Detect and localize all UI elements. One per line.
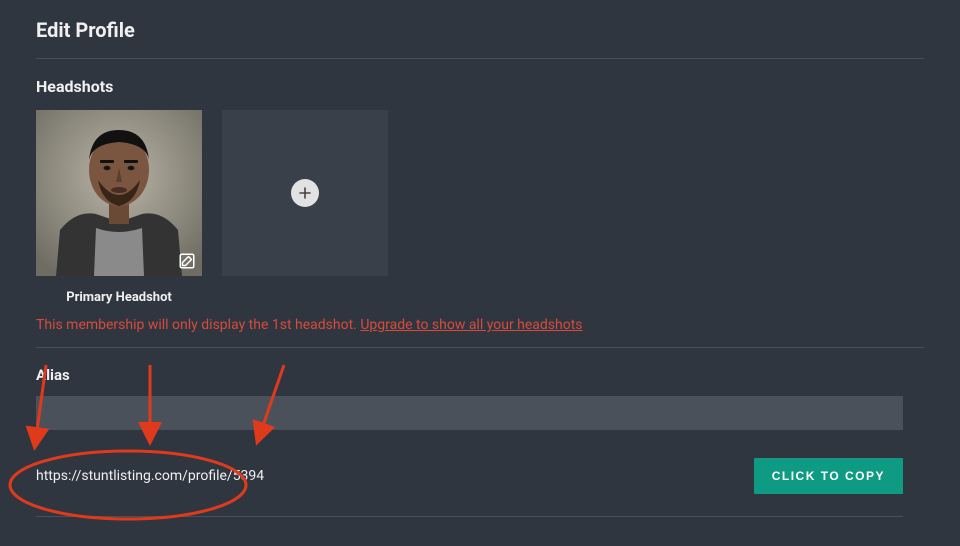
profile-url: https://stuntlisting.com/profile/5394 [36, 468, 264, 484]
copy-button[interactable]: CLICK TO COPY [754, 458, 903, 494]
divider [36, 516, 903, 517]
divider [36, 347, 924, 348]
plus-icon [291, 179, 319, 207]
page-title: Edit Profile [36, 18, 924, 58]
membership-warning: This membership will only display the 1s… [36, 317, 924, 333]
add-headshot-slot[interactable] [222, 110, 388, 276]
divider [36, 58, 924, 59]
alias-input[interactable] [36, 396, 903, 430]
alias-label: Alias [36, 366, 924, 384]
headshots-row [36, 110, 924, 276]
primary-headshot-caption: Primary Headshot [36, 290, 202, 305]
upgrade-link[interactable]: Upgrade to show all your headshots [360, 317, 582, 333]
membership-warning-text: This membership will only display the 1s… [36, 317, 360, 333]
headshots-section-title: Headshots [36, 77, 924, 96]
edit-icon[interactable] [178, 252, 196, 270]
primary-headshot[interactable] [36, 110, 202, 276]
